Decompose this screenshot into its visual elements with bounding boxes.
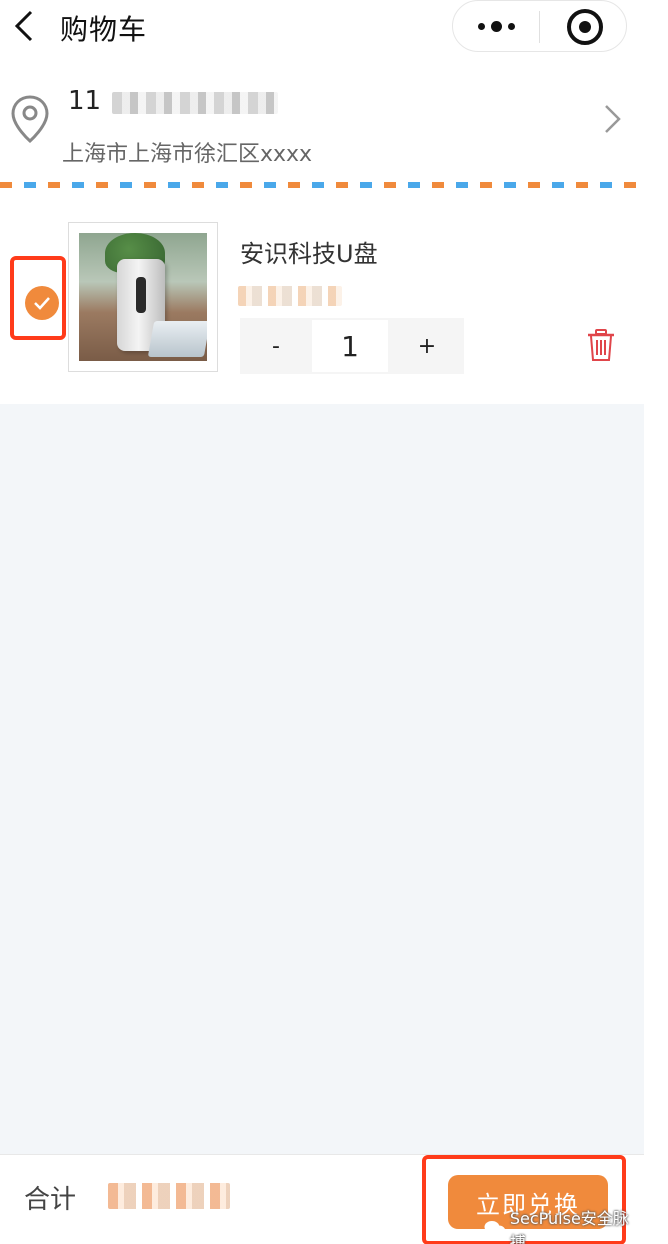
more-dots-icon — [477, 22, 485, 30]
product-name: 安识科技U盘 — [240, 240, 378, 268]
close-miniprogram-button[interactable] — [567, 9, 603, 45]
product-image[interactable] — [68, 222, 218, 372]
target-icon — [579, 21, 591, 33]
more-button[interactable] — [453, 1, 539, 51]
checkout-bar: 合计 立即兑换 SecPulse安全脉搏 — [0, 1154, 644, 1244]
chevron-left-icon — [14, 10, 33, 42]
trash-icon[interactable] — [586, 328, 616, 362]
capsule-divider — [539, 11, 540, 43]
address-card[interactable]: 11 上海市上海市徐汇区xxxx — [0, 80, 668, 180]
quantity-input[interactable]: 1 — [312, 320, 388, 372]
watermark: SecPulse安全脉搏 — [484, 1205, 644, 1244]
mini-program-capsule — [452, 0, 627, 52]
quantity-stepper: - 1 + — [240, 318, 464, 374]
wechat-icon — [484, 1221, 506, 1237]
item-checkbox[interactable] — [25, 286, 59, 320]
cart-item: 安识科技U盘 - 1 + — [0, 190, 644, 404]
total-label: 合计 — [24, 1185, 77, 1215]
total-redacted — [108, 1183, 230, 1209]
back-button[interactable] — [8, 6, 40, 46]
address-divider-stripe — [0, 182, 644, 188]
check-icon — [34, 297, 50, 310]
highlight-frame — [10, 256, 66, 340]
decrease-button[interactable]: - — [240, 318, 312, 374]
recipient-name: 11 — [68, 86, 102, 116]
address-detail: 上海市上海市徐汇区xxxx — [62, 142, 313, 167]
nav-bar: 购物车 — [0, 0, 668, 60]
price-redacted — [238, 286, 342, 306]
increase-button[interactable]: + — [390, 318, 464, 374]
chevron-right-icon — [605, 105, 621, 133]
cart-empty-area — [0, 404, 644, 1154]
map-pin-icon — [11, 95, 49, 144]
page-title: 购物车 — [60, 13, 148, 46]
screen-edge — [644, 0, 668, 1244]
phone-redacted — [112, 92, 278, 114]
watermark-text: SecPulse安全脉搏 — [509, 1209, 629, 1244]
